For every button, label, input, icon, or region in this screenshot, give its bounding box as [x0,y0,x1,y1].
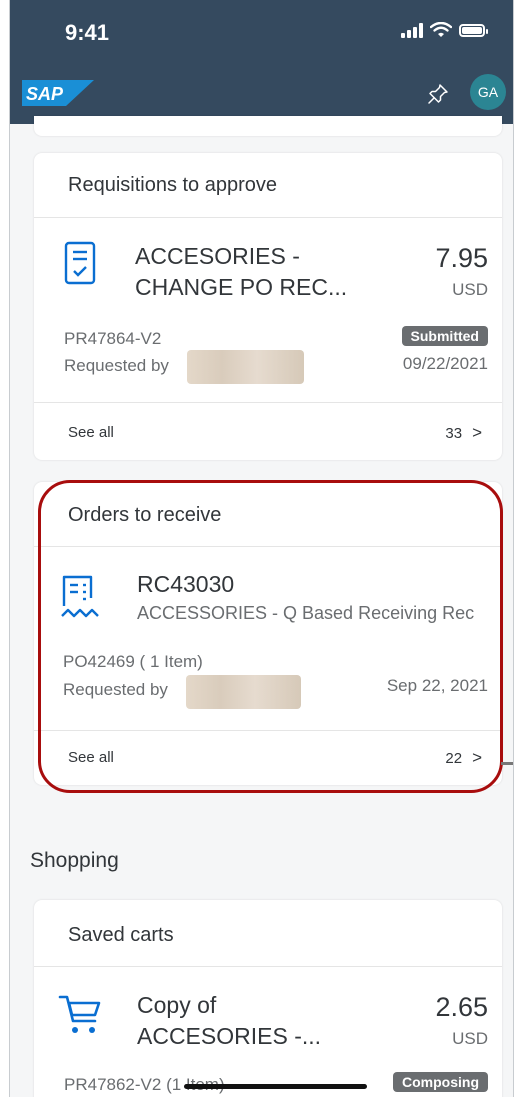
see-all-link[interactable]: See all [68,749,114,766]
order-po: PO42469 ( 1 Item) [63,652,203,671]
requisition-title: ACCESORIES - CHANGE PO REC... [135,243,348,300]
receipt-icon [61,575,99,618]
signal-icon [401,22,423,38]
battery-icon [459,23,488,37]
saved-cart-amount: 2.65 [435,992,488,1022]
saved-cart-currency: USD [452,1029,488,1048]
sap-logo: SAP [22,80,94,106]
status-time: 9:41 [65,20,110,45]
orders-card: Orders to receive RC43030 ACCESSORIES - … [34,482,502,785]
previous-card-bottom [34,116,502,136]
scroll-indicator[interactable] [501,762,513,765]
wifi-icon [430,22,452,37]
status-badge: Composing [393,1072,488,1092]
see-all-link[interactable]: See all [68,424,114,441]
chevron-right-icon: > [472,748,482,767]
orders-title: Orders to receive [68,504,222,526]
divider [34,217,502,218]
saved-carts-card: Saved carts Copy of ACCESORIES -... 2.65… [34,900,502,1097]
saved-carts-title: Saved carts [68,924,174,946]
phone-screen: 9:41 SAP GA Requisitions to approve ACCE… [9,0,514,1097]
order-date: Sep 22, 2021 [386,676,488,695]
chevron-right-icon: > [472,423,482,442]
user-avatar[interactable]: GA [470,74,506,110]
divider [34,730,502,731]
redacted-requester [187,350,304,384]
order-id: RC43030 [137,571,235,597]
requisition-currency: USD [452,280,488,299]
divider [34,402,502,403]
requisitions-card: Requisitions to approve ACCESORIES - CHA… [34,153,502,460]
requested-by-label: Requested by [63,680,168,699]
pin-icon[interactable] [426,82,450,106]
requisition-amount: 7.95 [435,243,488,273]
redacted-requester [186,675,301,709]
divider [34,546,502,547]
order-description: ACCESSORIES - Q Based Receiving Rec [137,603,475,623]
requisition-id: PR47864-V2 [64,329,162,348]
orders-count[interactable]: 22 > [445,748,482,768]
requested-by-label: Requested by [64,356,169,375]
requisitions-count[interactable]: 33 > [445,423,482,443]
status-badge: Submitted [401,326,488,346]
cart-icon [58,995,101,1033]
home-indicator[interactable] [184,1084,367,1089]
svg-text:SAP: SAP [26,84,64,104]
divider [34,966,502,967]
status-icons [401,22,488,38]
shopping-section-title: Shopping [30,849,119,872]
avatar-initials: GA [477,84,499,100]
app-header: 9:41 SAP GA [10,0,513,124]
approval-document-icon [64,241,96,285]
requisitions-title: Requisitions to approve [68,174,278,196]
requisition-date: 09/22/2021 [402,354,488,373]
saved-cart-title: Copy of ACCESORIES -... [137,992,322,1049]
